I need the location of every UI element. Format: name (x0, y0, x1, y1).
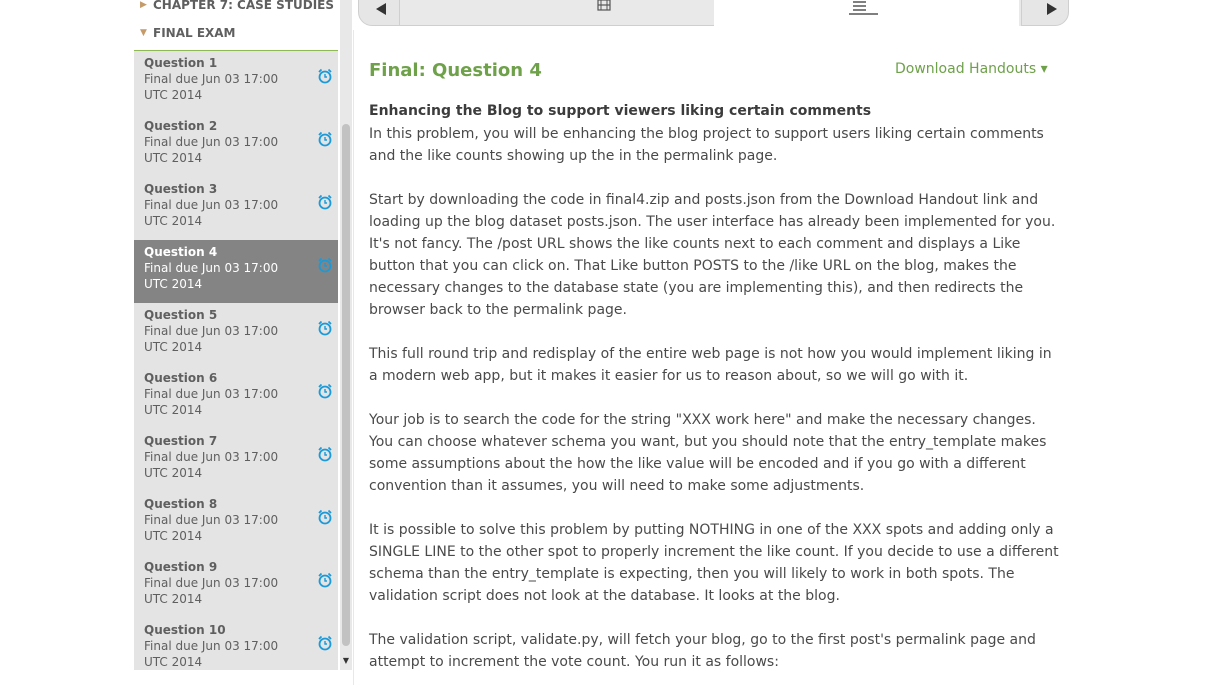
page-title: Final: Question 4 (369, 60, 542, 81)
question-due-date: Final due Jun 03 17:00 UTC 2014 (144, 576, 279, 606)
question-item[interactable]: Question 1 Final due Jun 03 17:00 UTC 201… (134, 51, 338, 114)
alarm-clock-icon (318, 446, 332, 462)
paragraph: Start by downloading the code in final4.… (369, 192, 1056, 318)
problem-body: In this problem, you will be enhancing t… (369, 123, 1059, 695)
list-icon (849, 1, 878, 15)
question-list: Question 1 Final due Jun 03 17:00 UTC 201… (134, 51, 338, 670)
question-title: Question 5 (144, 308, 218, 322)
sequence-tab-text[interactable] (714, 0, 1021, 26)
question-item[interactable]: Question 9 Final due Jun 03 17:00 UTC 201… (134, 555, 338, 618)
question-due-date: Final due Jun 03 17:00 UTC 2014 (144, 513, 279, 543)
question-item[interactable]: Question 6 Final due Jun 03 17:00 UTC 201… (134, 366, 338, 429)
alarm-clock-icon (318, 68, 332, 84)
alarm-clock-icon (318, 194, 332, 210)
alarm-clock-icon (318, 131, 332, 147)
question-due-date: Final due Jun 03 17:00 UTC 2014 (144, 135, 279, 165)
question-item[interactable]: Question 2 Final due Jun 03 17:00 UTC 201… (134, 114, 338, 177)
question-item[interactable]: Question 4 Final due Jun 03 17:00 UTC 201… (134, 240, 338, 303)
chapter-7-section[interactable]: ▶ CHAPTER 7: CASE STUDIES (134, 0, 338, 16)
alarm-clock-icon (318, 257, 332, 273)
scroll-down-arrow-icon[interactable]: ▼ (341, 656, 351, 666)
alarm-clock-icon (318, 320, 332, 336)
triangle-right-icon (1047, 3, 1057, 15)
alarm-clock-icon (318, 635, 332, 651)
question-due-date: Final due Jun 03 17:00 UTC 2014 (144, 198, 279, 228)
alarm-clock-icon (318, 572, 332, 588)
question-due-date: Final due Jun 03 17:00 UTC 2014 (144, 72, 279, 102)
question-due-date: Final due Jun 03 17:00 UTC 2014 (144, 639, 279, 669)
question-title: Question 2 (144, 119, 218, 133)
final-exam-section[interactable]: ▼ FINAL EXAM (134, 22, 338, 51)
question-title: Question 9 (144, 560, 218, 574)
chapter-label: FINAL EXAM (153, 26, 236, 40)
divider (353, 30, 354, 685)
scrollbar-thumb[interactable] (342, 124, 350, 646)
previous-button[interactable] (358, 0, 400, 26)
question-due-date: Final due Jun 03 17:00 UTC 2014 (144, 450, 279, 480)
question-title: Question 7 (144, 434, 218, 448)
paragraph: This full round trip and redisplay of th… (369, 346, 1052, 384)
question-due-date: Final due Jun 03 17:00 UTC 2014 (144, 261, 279, 291)
question-item[interactable]: Question 10 Final due Jun 03 17:00 UTC 20… (134, 618, 338, 670)
course-sidebar: ▶ CHAPTER 7: CASE STUDIES ▼ FINAL EXAM Q… (134, 0, 352, 670)
sequence-nav (358, 0, 1069, 26)
question-title: Question 6 (144, 371, 218, 385)
question-item[interactable]: Question 7 Final due Jun 03 17:00 UTC 201… (134, 429, 338, 492)
chapter-label: CHAPTER 7: CASE STUDIES (153, 0, 335, 12)
paragraph: The validation script, validate.py, will… (369, 632, 1036, 670)
alarm-clock-icon (318, 383, 332, 399)
alarm-clock-icon (318, 509, 332, 525)
next-button[interactable] (1021, 0, 1069, 26)
download-handouts-button[interactable]: Download Handouts ▾ (895, 61, 1048, 77)
triangle-left-icon (376, 3, 386, 15)
chevron-right-icon: ▶ (140, 0, 147, 10)
question-title: Question 1 (144, 56, 218, 70)
question-title: Question 4 (144, 245, 218, 259)
question-item[interactable]: Question 3 Final due Jun 03 17:00 UTC 201… (134, 177, 338, 240)
problem-heading: Enhancing the Blog to support viewers li… (369, 103, 872, 119)
question-item[interactable]: Question 5 Final due Jun 03 17:00 UTC 201… (134, 303, 338, 366)
question-title: Question 8 (144, 497, 218, 511)
film-icon (597, 0, 611, 11)
question-due-date: Final due Jun 03 17:00 UTC 2014 (144, 387, 279, 417)
paragraph: It is possible to solve this problem by … (369, 522, 1059, 604)
question-item[interactable]: Question 8 Final due Jun 03 17:00 UTC 201… (134, 492, 338, 555)
chevron-down-icon: ▼ (140, 28, 147, 38)
paragraph: Your job is to search the code for the s… (369, 412, 1047, 494)
question-title: Question 10 (144, 623, 226, 637)
question-due-date: Final due Jun 03 17:00 UTC 2014 (144, 324, 279, 354)
question-title: Question 3 (144, 182, 218, 196)
sequence-tab-video[interactable] (400, 0, 714, 26)
paragraph: In this problem, you will be enhancing t… (369, 126, 1044, 164)
